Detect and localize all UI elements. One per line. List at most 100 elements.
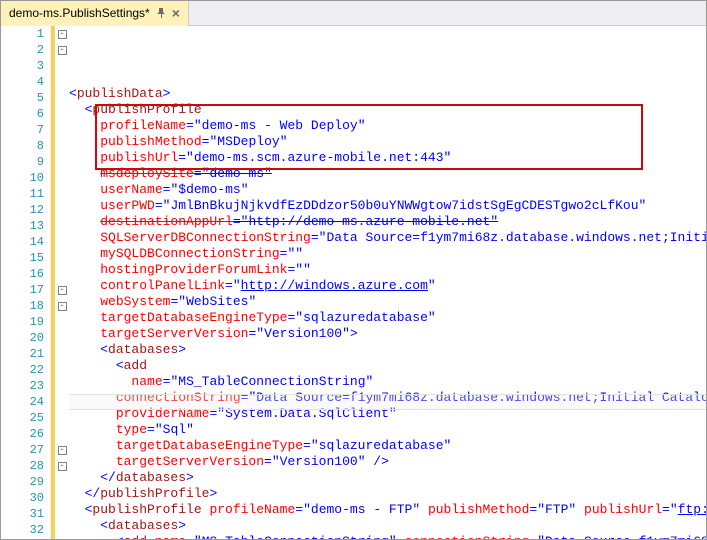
fold-minus-icon[interactable]: -	[58, 302, 67, 311]
line-number: 12	[1, 202, 50, 218]
code-line[interactable]: <publishProfile	[69, 102, 706, 118]
editor-tab[interactable]: demo-ms.PublishSettings* ×	[1, 1, 189, 26]
fold-cell[interactable]: -	[55, 42, 69, 58]
code-line[interactable]: hostingProviderForumLink=""	[69, 262, 706, 278]
line-number: 5	[1, 90, 50, 106]
code-line[interactable]: publishMethod="MSDeploy"	[69, 134, 706, 150]
fold-cell	[55, 506, 69, 522]
code-line[interactable]: mySQLDBConnectionString=""	[69, 246, 706, 262]
code-line[interactable]: destinationAppUrl="http://demo-ms.azure-…	[69, 214, 706, 230]
code-line[interactable]: name="MS_TableConnectionString"	[69, 374, 706, 390]
line-number-gutter: 1234567891011121314151617181920212223242…	[1, 26, 51, 539]
fold-cell	[55, 250, 69, 266]
line-number: 2	[1, 42, 50, 58]
fold-cell[interactable]: -	[55, 442, 69, 458]
line-number: 16	[1, 266, 50, 282]
code-line[interactable]: targetDatabaseEngineType="sqlazuredataba…	[69, 438, 706, 454]
fold-gutter: - - - - - -	[55, 26, 69, 539]
fold-cell	[55, 362, 69, 378]
fold-cell[interactable]: -	[55, 458, 69, 474]
code-line[interactable]: <add	[69, 358, 706, 374]
fold-minus-icon[interactable]: -	[58, 462, 67, 471]
line-number: 8	[1, 138, 50, 154]
fold-minus-icon[interactable]: -	[58, 30, 67, 39]
fold-cell	[55, 346, 69, 362]
line-number: 29	[1, 474, 50, 490]
fold-cell	[55, 170, 69, 186]
fold-cell	[55, 122, 69, 138]
fold-cell	[55, 378, 69, 394]
code-line[interactable]: userPWD="JmlBnBkujNjkvdfEzDDdzor50b0uYNW…	[69, 198, 706, 214]
line-number: 21	[1, 346, 50, 362]
fold-cell	[55, 234, 69, 250]
line-number: 18	[1, 298, 50, 314]
code-line[interactable]: <databases>	[69, 342, 706, 358]
line-number: 13	[1, 218, 50, 234]
code-line[interactable]: type="Sql"	[69, 422, 706, 438]
fold-cell	[55, 154, 69, 170]
fold-cell[interactable]: -	[55, 298, 69, 314]
line-number: 20	[1, 330, 50, 346]
line-number: 19	[1, 314, 50, 330]
line-number: 24	[1, 394, 50, 410]
line-number: 3	[1, 58, 50, 74]
fold-cell	[55, 474, 69, 490]
code-line[interactable]: userName="$demo-ms"	[69, 182, 706, 198]
code-line[interactable]: webSystem="WebSites"	[69, 294, 706, 310]
fold-minus-icon[interactable]: -	[58, 286, 67, 295]
line-number: 11	[1, 186, 50, 202]
close-icon[interactable]: ×	[172, 6, 180, 20]
line-number: 15	[1, 250, 50, 266]
fold-cell	[55, 202, 69, 218]
code-line[interactable]: targetDatabaseEngineType="sqlazuredataba…	[69, 310, 706, 326]
fold-cell	[55, 186, 69, 202]
code-line[interactable]: controlPanelLink="http://windows.azure.c…	[69, 278, 706, 294]
line-number: 9	[1, 154, 50, 170]
fold-cell	[55, 330, 69, 346]
fold-cell	[55, 106, 69, 122]
fold-cell[interactable]: -	[55, 26, 69, 42]
line-number: 7	[1, 122, 50, 138]
line-number: 32	[1, 522, 50, 538]
fold-cell	[55, 266, 69, 282]
fold-cell	[55, 394, 69, 410]
code-line[interactable]: <publishProfile profileName="demo-ms - F…	[69, 502, 706, 518]
line-number: 17	[1, 282, 50, 298]
code-area[interactable]: <publishData> <publishProfile profileNam…	[69, 26, 706, 539]
code-line[interactable]: publishUrl="demo-ms.scm.azure-mobile.net…	[69, 150, 706, 166]
line-number: 23	[1, 378, 50, 394]
code-line[interactable]: targetServerVersion="Version100">	[69, 326, 706, 342]
code-editor[interactable]: 1234567891011121314151617181920212223242…	[1, 26, 706, 539]
fold-cell	[55, 218, 69, 234]
line-number: 1	[1, 26, 50, 42]
code-line[interactable]: </publishProfile>	[69, 486, 706, 502]
line-number: 27	[1, 442, 50, 458]
line-number: 14	[1, 234, 50, 250]
fold-cell	[55, 138, 69, 154]
code-line[interactable]: providerName="System.Data.SqlClient"	[69, 406, 706, 422]
line-number: 25	[1, 410, 50, 426]
code-line[interactable]: msdeploySite="demo-ms"	[69, 166, 706, 182]
fold-minus-icon[interactable]: -	[58, 46, 67, 55]
code-line[interactable]: </databases>	[69, 470, 706, 486]
code-line[interactable]: <publishData>	[69, 86, 706, 102]
code-line[interactable]: targetServerVersion="Version100" />	[69, 454, 706, 470]
fold-cell	[55, 58, 69, 74]
fold-minus-icon[interactable]: -	[58, 446, 67, 455]
line-number: 31	[1, 506, 50, 522]
code-line[interactable]: connectionString="Data Source=f1ym7mi68z…	[69, 390, 706, 406]
pin-icon[interactable]	[156, 8, 166, 18]
line-number: 22	[1, 362, 50, 378]
fold-cell	[55, 490, 69, 506]
fold-cell[interactable]: -	[55, 282, 69, 298]
code-line[interactable]: <databases>	[69, 518, 706, 534]
line-number: 26	[1, 426, 50, 442]
fold-cell	[55, 74, 69, 90]
line-number: 30	[1, 490, 50, 506]
line-number: 10	[1, 170, 50, 186]
code-line[interactable]: SQLServerDBConnectionString="Data Source…	[69, 230, 706, 246]
fold-cell	[55, 90, 69, 106]
tab-bar: demo-ms.PublishSettings* ×	[1, 1, 706, 26]
code-line[interactable]: <add name="MS_TableConnectionString" con…	[69, 534, 706, 539]
code-line[interactable]: profileName="demo-ms - Web Deploy"	[69, 118, 706, 134]
